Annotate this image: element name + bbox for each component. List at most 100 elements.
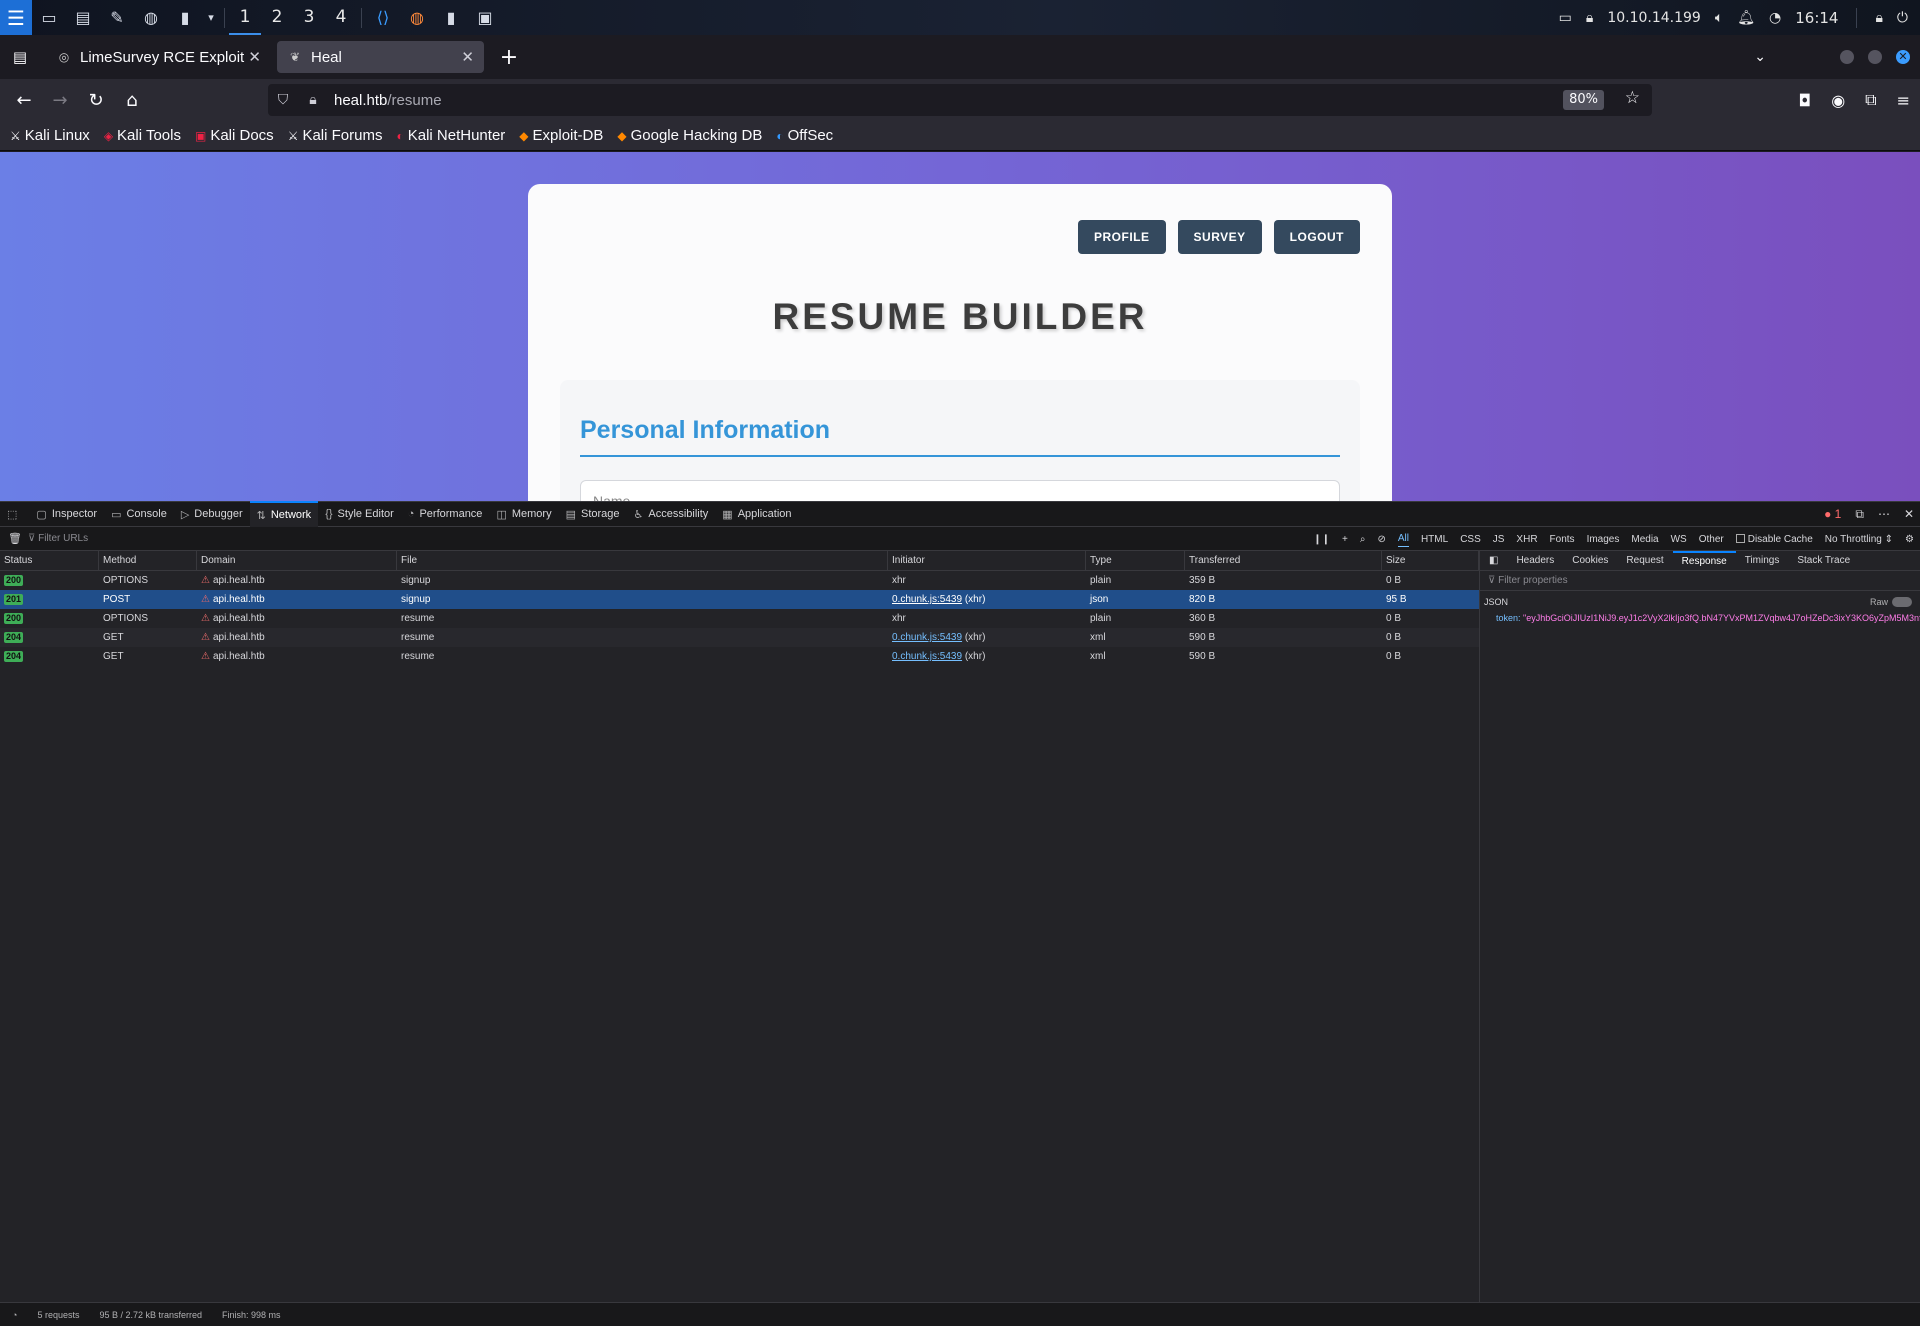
tab-console[interactable]: ▭ Console xyxy=(104,501,174,527)
filter-css[interactable]: CSS xyxy=(1460,532,1481,547)
json-token-row[interactable]: token: "eyJhbGciOiJIUzI1NiJ9.eyJ1c2VyX2l… xyxy=(1480,613,1920,623)
profile-button[interactable]: PROFILE xyxy=(1078,220,1166,254)
screen-icon[interactable]: ▭ xyxy=(1559,10,1572,26)
kali-menu-icon[interactable]: ☰ xyxy=(0,0,32,35)
tab-performance[interactable]: ◔ Performance xyxy=(401,501,490,527)
forward-icon[interactable]: → xyxy=(42,90,78,111)
close-tab-icon[interactable]: ✕ xyxy=(248,48,261,66)
filter-fonts[interactable]: Fonts xyxy=(1550,532,1575,547)
col-initiator[interactable]: Initiator xyxy=(888,551,1086,571)
firefox-window-icon[interactable]: ◍ xyxy=(402,3,432,33)
home-icon[interactable]: ⌂ xyxy=(114,90,150,111)
firefox-launcher-icon[interactable]: ◍ xyxy=(136,3,166,33)
filter-properties-input[interactable]: ⊽ Filter properties xyxy=(1480,571,1920,591)
initiator-link[interactable]: 0.chunk.js:5439 xyxy=(892,632,962,643)
new-tab-button[interactable]: + xyxy=(494,45,524,70)
initiator-link[interactable]: 0.chunk.js:5439 xyxy=(892,594,962,605)
account-icon[interactable]: ◉ xyxy=(1831,91,1845,110)
tab-stack-trace[interactable]: Stack Trace xyxy=(1788,551,1859,571)
raw-toggle[interactable]: Raw xyxy=(1870,591,1912,613)
error-count[interactable]: ● 1 xyxy=(1824,507,1841,521)
col-size[interactable]: Size xyxy=(1382,551,1479,571)
desktop-icon[interactable]: ▭ xyxy=(34,3,64,33)
bookmark-kali-forums[interactable]: ⚔ Kali Forums xyxy=(288,127,383,144)
volume-icon[interactable]: 🔈︎ xyxy=(1715,10,1723,26)
extensions-icon[interactable]: ⧉ xyxy=(1865,90,1876,110)
throttling-select[interactable]: No Throttling ⇕ xyxy=(1825,534,1893,545)
clock[interactable]: 16:14 xyxy=(1795,9,1838,27)
terminal-window-icon[interactable]: ▮ xyxy=(436,3,466,33)
tab-limesurvey[interactable]: ◎ LimeSurvey RCE Exploit ✕ xyxy=(46,41,271,73)
tab-headers[interactable]: Headers xyxy=(1507,551,1563,571)
text-editor-icon[interactable]: ✎ xyxy=(102,3,132,33)
tab-application[interactable]: ▦ Application xyxy=(715,501,798,527)
request-row[interactable]: 204 GET ⚠ api.heal.htb resume 0.chunk.js:5439… xyxy=(0,647,1479,666)
url-bar[interactable]: ⛉ 🔒︎ heal.htb /resume 80% ☆ xyxy=(268,84,1652,116)
survey-button[interactable]: SURVEY xyxy=(1177,220,1262,254)
bookmark-kali-linux[interactable]: ⚔ Kali Linux xyxy=(10,127,90,144)
name-input[interactable]: Name xyxy=(580,480,1340,501)
pocket-icon[interactable]: ◘ xyxy=(1799,91,1812,110)
bookmark-exploit-db[interactable]: ◆ Exploit-DB xyxy=(519,127,603,144)
folder-window-icon[interactable]: ▣ xyxy=(470,3,500,33)
element-picker-icon[interactable]: ⬚ xyxy=(0,501,29,527)
filter-media[interactable]: Media xyxy=(1631,532,1658,547)
filter-images[interactable]: Images xyxy=(1587,532,1620,547)
request-row[interactable]: 200 OPTIONS ⚠ api.heal.htb signup xhr plain 359… xyxy=(0,571,1479,590)
filter-all[interactable]: All xyxy=(1397,531,1409,547)
terminal-launcher-icon[interactable]: ▮ xyxy=(170,3,200,33)
disable-cache-checkbox[interactable]: Disable Cache xyxy=(1735,534,1813,545)
reload-icon[interactable]: ↻ xyxy=(78,90,114,111)
maximize-button[interactable] xyxy=(1868,50,1882,64)
dock-icon[interactable]: ⧉ xyxy=(1855,507,1864,522)
lock-icon[interactable]: 🔒︎ xyxy=(298,92,328,108)
filter-html[interactable]: HTML xyxy=(1421,532,1448,547)
bookmark-google-hacking-db[interactable]: ◆ Google Hacking DB xyxy=(617,127,762,144)
col-file[interactable]: File xyxy=(397,551,888,571)
tab-heal[interactable]: ❦ Heal ✕ xyxy=(277,41,484,73)
col-method[interactable]: Method xyxy=(99,551,197,571)
file-manager-icon[interactable]: ▤ xyxy=(68,3,98,33)
request-row[interactable]: 201 POST ⚠ api.heal.htb signup 0.chunk.js:543… xyxy=(0,590,1479,609)
trash-icon[interactable]: 🗑︎ xyxy=(8,532,22,545)
block-icon[interactable]: ⊘ xyxy=(1377,534,1385,545)
request-row[interactable]: 204 GET ⚠ api.heal.htb resume 0.chunk.js:5439… xyxy=(0,628,1479,647)
list-all-tabs-icon[interactable]: ⌄ xyxy=(1754,49,1766,65)
search-icon[interactable]: ⌕ xyxy=(1360,534,1366,545)
tab-request[interactable]: Request xyxy=(1617,551,1672,571)
zoom-level[interactable]: 80% xyxy=(1563,90,1604,110)
bookmark-kali-tools[interactable]: ◈ Kali Tools xyxy=(104,127,181,144)
bookmark-star-icon[interactable]: ☆ xyxy=(1625,88,1640,108)
col-type[interactable]: Type xyxy=(1086,551,1185,571)
network-settings-icon[interactable]: ⚙ xyxy=(1905,534,1914,545)
close-window-button[interactable]: ✕ xyxy=(1896,50,1910,64)
vscode-window-icon[interactable]: ⟨⟩ xyxy=(368,3,398,33)
tab-storage[interactable]: ▤ Storage xyxy=(559,501,627,527)
more-options-icon[interactable]: ⋯ xyxy=(1878,507,1890,521)
tab-timings[interactable]: Timings xyxy=(1736,551,1789,571)
bookmark-offsec[interactable]: ◐ OffSec xyxy=(776,127,833,144)
filter-js[interactable]: JS xyxy=(1493,532,1505,547)
workspace-3[interactable]: 3 xyxy=(293,0,325,35)
initiator-link[interactable]: 0.chunk.js:5439 xyxy=(892,651,962,662)
workspace-4[interactable]: 4 xyxy=(325,0,357,35)
col-transferred[interactable]: Transferred xyxy=(1185,551,1382,571)
tab-style-editor[interactable]: {} Style Editor xyxy=(318,501,401,527)
launcher-dropdown-icon[interactable]: ▾ xyxy=(204,3,218,33)
tab-debugger[interactable]: ▷ Debugger xyxy=(174,501,250,527)
tab-inspector[interactable]: ▢ Inspector xyxy=(29,501,104,527)
add-icon[interactable]: + xyxy=(1342,534,1348,545)
close-devtools-icon[interactable]: ✕ xyxy=(1904,507,1914,521)
power-icon[interactable]: ⏻ xyxy=(1897,10,1908,26)
sidebar-toggle-icon[interactable]: ◧ xyxy=(1480,551,1507,571)
pause-icon[interactable]: ❙❙ xyxy=(1313,534,1330,545)
tab-accessibility[interactable]: ♿︎ Accessibility xyxy=(627,501,716,527)
logout-button[interactable]: LOGOUT xyxy=(1273,220,1360,254)
close-tab-icon[interactable]: ✕ xyxy=(461,48,474,66)
shield-icon[interactable]: ⛉ xyxy=(268,92,298,108)
filter-urls-input[interactable]: ⊽ Filter URLs xyxy=(28,533,88,544)
filter-ws[interactable]: WS xyxy=(1671,532,1687,547)
menu-icon[interactable]: ≡ xyxy=(1897,91,1910,110)
tab-list-icon[interactable]: ▤ xyxy=(0,48,40,66)
tab-response[interactable]: Response xyxy=(1672,550,1736,571)
